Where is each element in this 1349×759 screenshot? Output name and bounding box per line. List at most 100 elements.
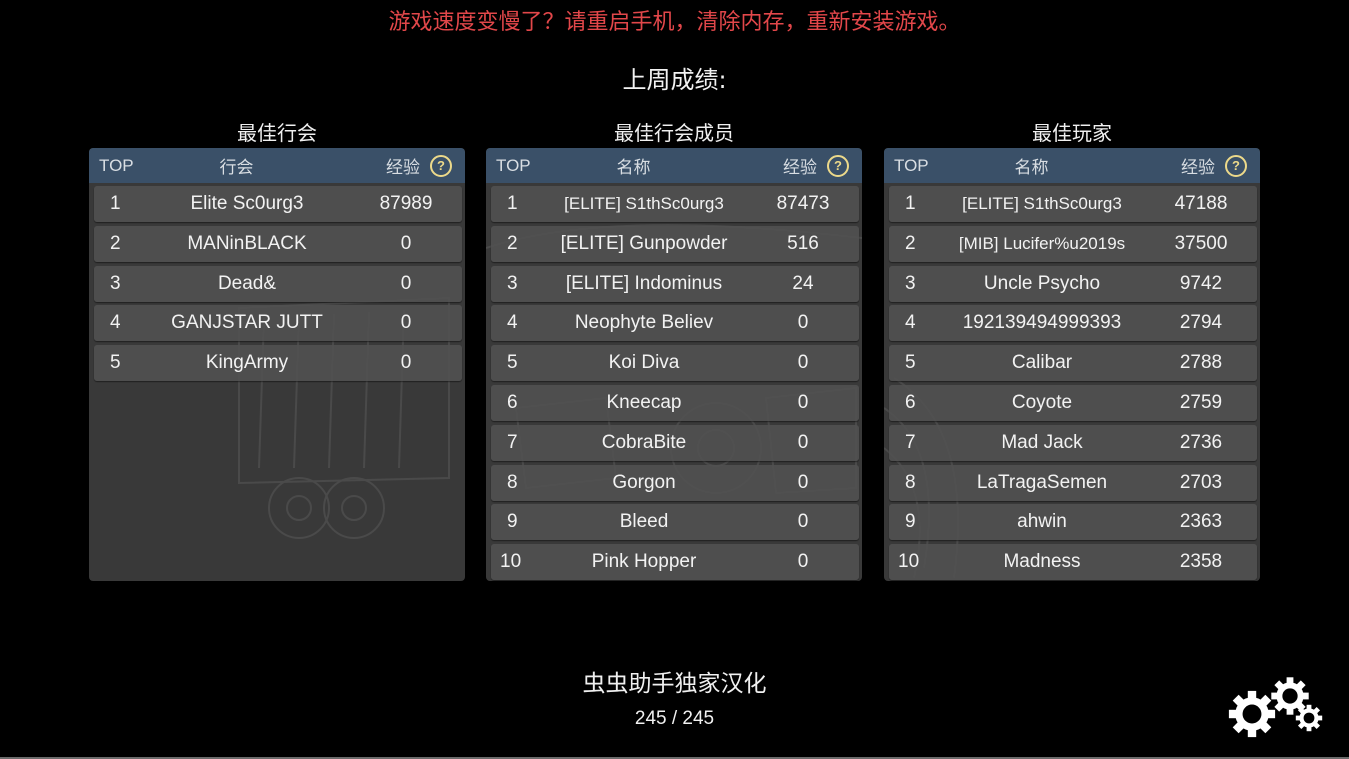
localization-credit: 虫虫助手独家汉化 (582, 671, 767, 697)
gears-icon (1228, 677, 1323, 738)
row-name: [ELITE] Indominus (565, 272, 723, 294)
table-row[interactable]: 1 [ELITE] S1thSc0urg3 47188 (889, 186, 1257, 222)
table-row[interactable]: 5 Koi Diva 0 (491, 345, 859, 382)
table-row[interactable]: 2 [MIB] Lucifer%u2019s 37500 (889, 225, 1257, 262)
row-rank: 7 (905, 431, 916, 453)
row-xp: 0 (797, 312, 809, 334)
header-top: TOP (99, 155, 134, 175)
row-name: Coyote (1011, 391, 1073, 413)
best-guild-members-section: 最佳行会成员 TOP 名称 经验 ? 1 [ELITE] S1thSc0urg3 8… (486, 116, 862, 581)
table-row[interactable]: 2 [ELITE] Gunpowder 516 (491, 225, 859, 262)
row-rank: 2 (507, 232, 518, 254)
row-name: Uncle Psycho (983, 272, 1101, 294)
performance-warning: 游戏速度变慢了？请重启手机，清除内存，重新安装游戏。 (388, 10, 961, 35)
row-name: Dead& (217, 272, 277, 294)
table-row[interactable]: 8 LaTragaSemen 2703 (889, 464, 1257, 501)
table-row[interactable]: 9 ahwin 2363 (889, 504, 1257, 541)
row-xp: 2788 (1179, 352, 1223, 374)
table-row[interactable]: 7 Mad Jack 2736 (889, 424, 1257, 461)
best-players-table: TOP 名称 经验 ? 1 [ELITE] S1thSc0urg3 47188 2 [… (884, 148, 1260, 581)
row-xp: 0 (797, 551, 809, 573)
row-rank: 6 (905, 391, 916, 413)
row-xp: 0 (400, 352, 412, 374)
row-xp: 2703 (1179, 471, 1223, 493)
table-row[interactable]: 10 Madness 2358 (889, 544, 1257, 581)
best-guilds-title: 最佳行会 (237, 121, 317, 145)
best-guilds-table: TOP 行会 经验 ? 1 Elite Sc0urg3 87989 2 MANinBL… (89, 148, 465, 581)
row-name: Pink Hopper (591, 551, 697, 573)
table-row[interactable]: 4 Neophyte Believ 0 (491, 305, 859, 342)
row-name: Elite Sc0urg3 (190, 193, 304, 214)
row-name: Mad Jack (1001, 431, 1083, 453)
table-row[interactable]: 8 Gorgon 0 (491, 464, 859, 501)
table-row[interactable]: 1 Elite Sc0urg3 87989 (94, 186, 462, 222)
last-week-results-title: 上周成绩: (622, 66, 727, 94)
row-xp: 0 (400, 232, 412, 254)
row-xp: 0 (797, 431, 809, 453)
row-name: [ELITE] S1thSc0urg3 (564, 194, 724, 213)
row-rank: 3 (905, 272, 916, 294)
row-xp: 24 (792, 272, 814, 294)
row-name: MANinBLACK (187, 232, 307, 254)
header-xp: 经验 (1181, 158, 1215, 178)
row-xp: 0 (797, 391, 809, 413)
row-rank: 4 (110, 312, 121, 334)
header-top: TOP (894, 155, 929, 175)
row-xp: 0 (797, 471, 809, 493)
question-circle-icon[interactable]: ? (827, 154, 849, 177)
settings-button[interactable] (1226, 674, 1330, 740)
row-rank: 10 (898, 551, 920, 573)
row-rank: 4 (507, 312, 518, 334)
leaderboard-screen: 游戏速度变慢了？请重启手机，清除内存，重新安装游戏。 上周成绩: 最佳行会 TO… (0, 0, 1349, 759)
row-xp: 2794 (1179, 312, 1223, 334)
best-players-title: 最佳玩家 (1032, 121, 1112, 145)
table-row[interactable]: 1 [ELITE] S1thSc0urg3 87473 (491, 186, 859, 222)
header-xp: 经验 (783, 158, 817, 178)
row-name: Neophyte Believ (574, 312, 714, 334)
table-row[interactable]: 5 KingArmy 0 (94, 345, 462, 382)
row-xp: 9742 (1179, 272, 1223, 294)
row-xp: 0 (400, 312, 412, 334)
row-name: Madness (1003, 551, 1081, 573)
row-rank: 1 (110, 193, 121, 214)
row-rank: 2 (110, 232, 121, 254)
table-row[interactable]: 3 Dead& 0 (94, 265, 462, 302)
row-xp: 47188 (1174, 193, 1228, 214)
row-rank: 1 (507, 193, 518, 214)
row-xp: 2363 (1179, 511, 1223, 533)
question-circle-icon[interactable]: ? (1225, 154, 1247, 177)
row-name: Koi Diva (608, 352, 680, 374)
row-xp: 2759 (1179, 391, 1223, 413)
best-guilds-section: 最佳行会 TOP 行会 经验 ? 1 Elite Sc0urg3 87989 2 MA… (89, 116, 465, 581)
table-row[interactable]: 5 Calibar 2788 (889, 345, 1257, 382)
row-rank: 9 (507, 511, 518, 533)
header-top: TOP (496, 155, 531, 175)
row-name: CobraBite (601, 431, 687, 453)
best-guild-members-table: TOP 名称 经验 ? 1 [ELITE] S1thSc0urg3 87473 2 [… (486, 148, 862, 581)
row-rank: 8 (507, 471, 518, 493)
table-row[interactable]: 6 Kneecap 0 (491, 384, 859, 421)
table-row[interactable]: 10 Pink Hopper 0 (491, 544, 859, 581)
table-row[interactable]: 2 MANinBLACK 0 (94, 225, 462, 262)
row-rank: 7 (507, 431, 518, 453)
row-rank: 6 (507, 391, 518, 413)
header-guild: 行会 (219, 158, 254, 178)
row-name: KingArmy (205, 352, 289, 374)
row-name: [ELITE] S1thSc0urg3 (962, 194, 1122, 213)
row-xp: 2736 (1179, 431, 1223, 453)
table-row[interactable]: 3 [ELITE] Indominus 24 (491, 265, 859, 302)
table-row[interactable]: 7 CobraBite 0 (491, 424, 859, 461)
table-row[interactable]: 4 GANJSTAR JUTT 0 (94, 305, 462, 342)
row-name: GANJSTAR JUTT (171, 312, 323, 334)
table-row[interactable]: 9 Bleed 0 (491, 504, 859, 541)
table-row[interactable]: 3 Uncle Psycho 9742 (889, 265, 1257, 302)
row-xp: 0 (797, 511, 809, 533)
row-xp: 0 (400, 272, 412, 294)
table-row[interactable]: 4 192139494999393 2794 (889, 305, 1257, 342)
row-rank: 3 (507, 272, 518, 294)
row-rank: 3 (110, 272, 121, 294)
question-circle-icon[interactable]: ? (430, 154, 452, 177)
row-rank: 2 (905, 232, 916, 254)
table-row[interactable]: 6 Coyote 2759 (889, 384, 1257, 421)
row-name: Kneecap (606, 391, 682, 413)
